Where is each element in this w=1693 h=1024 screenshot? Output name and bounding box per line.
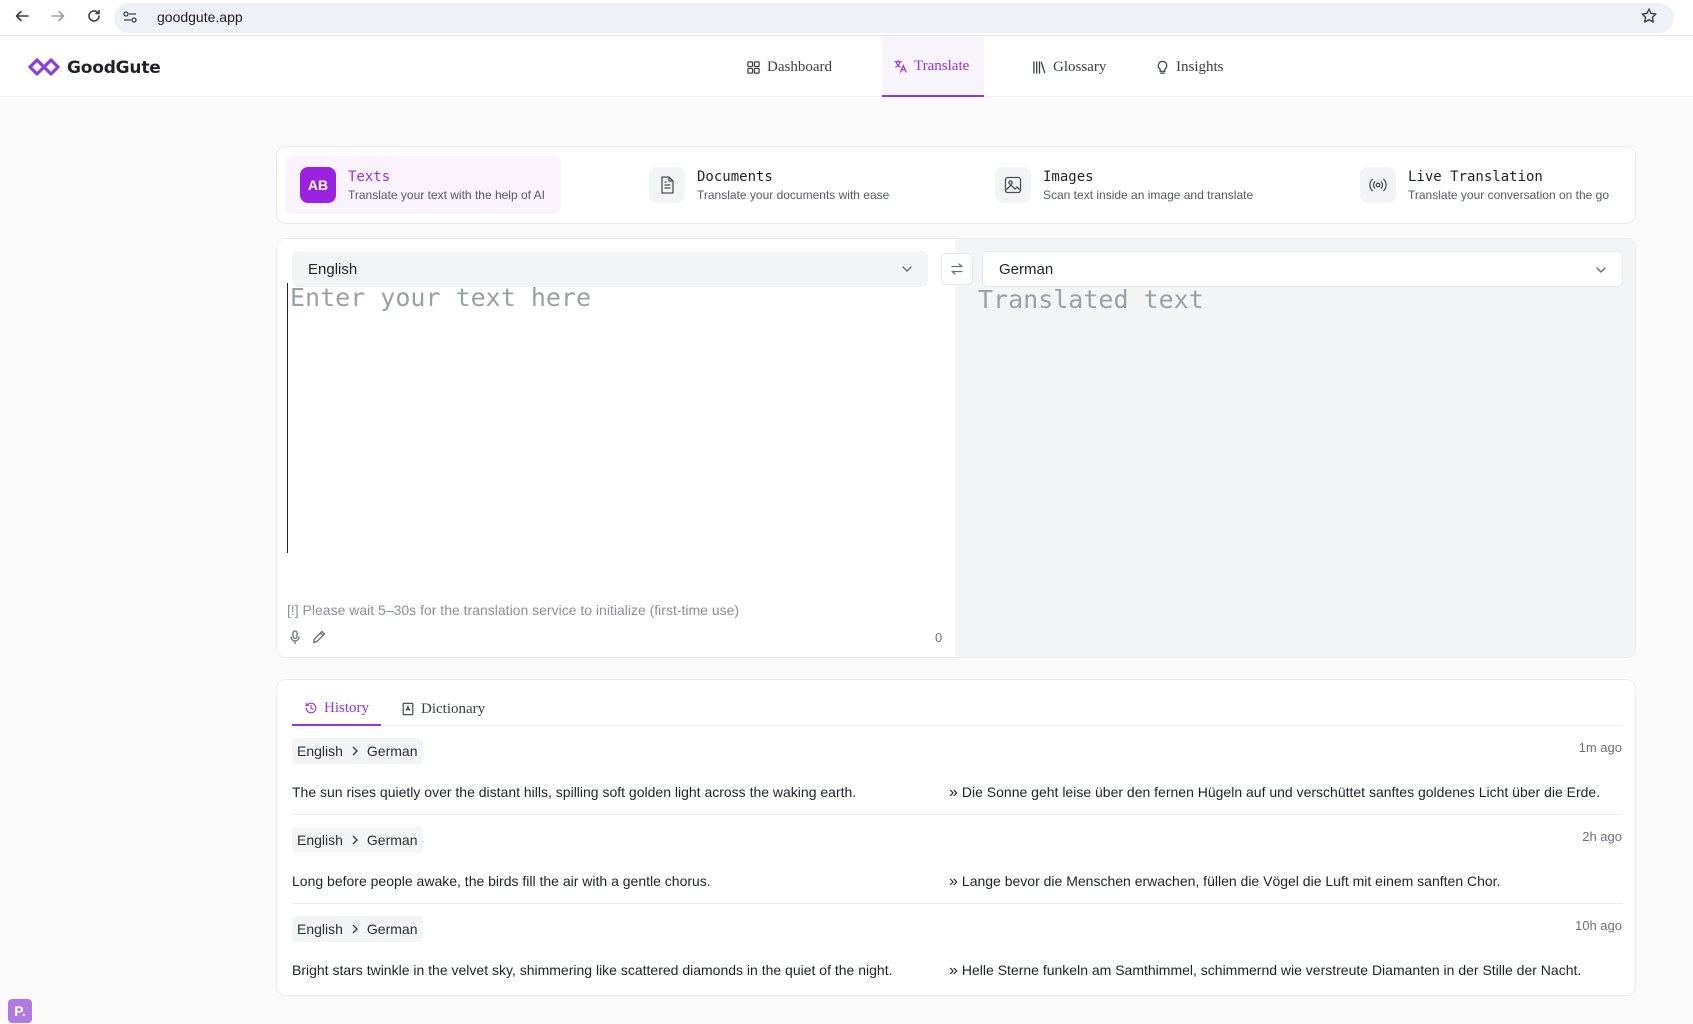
history-translation-text: Lange bevor die Menschen erwachen, fülle… xyxy=(961,873,1501,889)
history-source-text: The sun rises quietly over the distant h… xyxy=(292,784,857,800)
mode-live-translation[interactable]: Live Translation Translate your conversa… xyxy=(1345,156,1635,214)
translation-marker: » xyxy=(949,962,958,979)
history-item[interactable]: English German 10h ago Bright stars twin… xyxy=(292,904,1622,993)
history-timestamp: 2h ago xyxy=(1582,829,1622,844)
nav-glossary[interactable]: Glossary xyxy=(1032,37,1106,97)
history-item[interactable]: English German 2h ago Long before people… xyxy=(292,815,1622,904)
mode-images[interactable]: Images Scan text inside an image and tra… xyxy=(980,156,1270,214)
app-header: GoodGute Dashboard Translate Glossary In… xyxy=(0,37,1693,97)
grid-icon xyxy=(747,60,760,74)
back-arrow-icon[interactable] xyxy=(12,6,32,26)
document-icon xyxy=(649,167,685,203)
history-to-lang: German xyxy=(366,921,418,937)
history-tabs: History Dictionary xyxy=(292,692,1622,726)
target-language-value: German xyxy=(999,260,1054,278)
mode-images-desc: Scan text inside an image and translate xyxy=(1043,187,1254,202)
translation-mode-card: AB Texts Translate your text with the he… xyxy=(276,146,1636,224)
extension-badge[interactable]: P. xyxy=(8,999,32,1023)
nav-insights-label: Insights xyxy=(1176,58,1224,75)
history-translation: » Helle Sterne funkeln am Samthimmel, sch… xyxy=(949,962,1581,980)
mode-live-translation-title: Live Translation xyxy=(1408,168,1543,185)
translate-icon xyxy=(894,59,907,73)
image-icon xyxy=(995,167,1031,203)
initialization-notice: [!] Please wait 5–30s for the translatio… xyxy=(287,602,740,618)
history-timestamp: 10h ago xyxy=(1575,918,1622,933)
character-count: 0 xyxy=(935,630,943,645)
mode-images-title: Images xyxy=(1043,168,1094,185)
history-icon xyxy=(305,702,317,714)
tab-dictionary[interactable]: Dictionary xyxy=(389,692,497,726)
browser-toolbar: goodgute.app xyxy=(0,0,1693,36)
history-translation-text: Die Sonne geht leise über den fernen Hüg… xyxy=(961,784,1601,800)
reload-icon[interactable] xyxy=(84,6,104,26)
books-icon xyxy=(1033,60,1046,74)
chevron-down-icon xyxy=(1596,267,1606,273)
history-source-text: Bright stars twinkle in the velvet sky, … xyxy=(292,962,893,978)
history-to-lang: German xyxy=(366,743,418,759)
language-pair-badge: English German xyxy=(292,738,423,764)
history-from-lang: English xyxy=(297,743,343,759)
history-item[interactable]: English German 1m ago The sun rises quie… xyxy=(292,726,1622,815)
nav-insights[interactable]: Insights xyxy=(1155,37,1224,97)
translated-text-output: Translated text xyxy=(978,285,1204,314)
translation-marker: » xyxy=(949,873,958,890)
history-translation: » Die Sonne geht leise über den fernen Hü… xyxy=(949,784,1600,802)
history-from-lang: English xyxy=(297,832,343,848)
address-bar[interactable] xyxy=(114,3,1674,33)
mode-texts[interactable]: AB Texts Translate your text with the he… xyxy=(285,156,561,214)
mode-live-translation-desc: Translate your conversation on the go xyxy=(1408,187,1610,202)
history-from-lang: English xyxy=(297,921,343,937)
history-translation: » Lange bevor die Menschen erwachen, füll… xyxy=(949,873,1500,891)
app-name[interactable]: GoodGute xyxy=(67,58,161,78)
mode-texts-title: Texts xyxy=(348,168,391,185)
tab-history[interactable]: History xyxy=(292,692,381,726)
source-language-select[interactable]: English xyxy=(292,251,928,287)
forward-arrow-icon[interactable] xyxy=(48,6,68,26)
translation-panel: English German Translated text [!] Pleas… xyxy=(276,238,1636,658)
chevron-right-icon xyxy=(352,746,358,756)
site-settings-icon[interactable] xyxy=(122,9,138,25)
microphone-icon[interactable] xyxy=(287,629,303,645)
history-panel: History Dictionary English German 1m ago… xyxy=(276,679,1636,996)
nav-glossary-label: Glossary xyxy=(1053,58,1107,75)
dictionary-icon xyxy=(402,702,414,716)
history-to-lang: German xyxy=(366,832,418,848)
target-language-select[interactable]: German xyxy=(982,251,1623,287)
goodgute-logo-icon xyxy=(28,58,60,76)
mode-documents-title: Documents xyxy=(697,168,773,185)
swap-languages-button[interactable] xyxy=(941,253,973,285)
mode-documents[interactable]: Documents Translate your documents with … xyxy=(634,156,914,214)
pencil-icon[interactable] xyxy=(311,629,327,645)
translation-marker: » xyxy=(949,784,958,801)
bookmark-star-icon[interactable] xyxy=(1640,7,1658,25)
chevron-right-icon xyxy=(352,835,358,845)
mode-documents-desc: Translate your documents with ease xyxy=(697,187,890,202)
nav-translate-label: Translate xyxy=(914,57,970,74)
nav-dashboard[interactable]: Dashboard xyxy=(746,37,832,97)
mode-texts-desc: Translate your text with the help of AI xyxy=(348,187,545,202)
tab-history-label: History xyxy=(324,699,369,716)
nav-dashboard-label: Dashboard xyxy=(767,58,832,75)
source-text-input[interactable] xyxy=(287,283,937,553)
ab-icon: AB xyxy=(300,167,336,203)
nav-translate[interactable]: Translate xyxy=(882,37,984,97)
history-source-text: Long before people awake, the birds fill… xyxy=(292,873,711,889)
url-text[interactable]: goodgute.app xyxy=(157,9,243,25)
chevron-right-icon xyxy=(352,924,358,934)
chevron-down-icon xyxy=(902,266,912,272)
language-pair-badge: English German xyxy=(292,827,423,853)
source-language-value: English xyxy=(308,260,358,278)
language-pair-badge: English German xyxy=(292,916,423,942)
swap-arrows-icon xyxy=(951,263,963,275)
lightbulb-icon xyxy=(1157,60,1168,74)
tab-dictionary-label: Dictionary xyxy=(421,700,486,717)
history-translation-text: Helle Sterne funkeln am Samthimmel, schi… xyxy=(961,962,1582,978)
history-timestamp: 1m ago xyxy=(1578,740,1622,755)
broadcast-icon xyxy=(1360,167,1396,203)
